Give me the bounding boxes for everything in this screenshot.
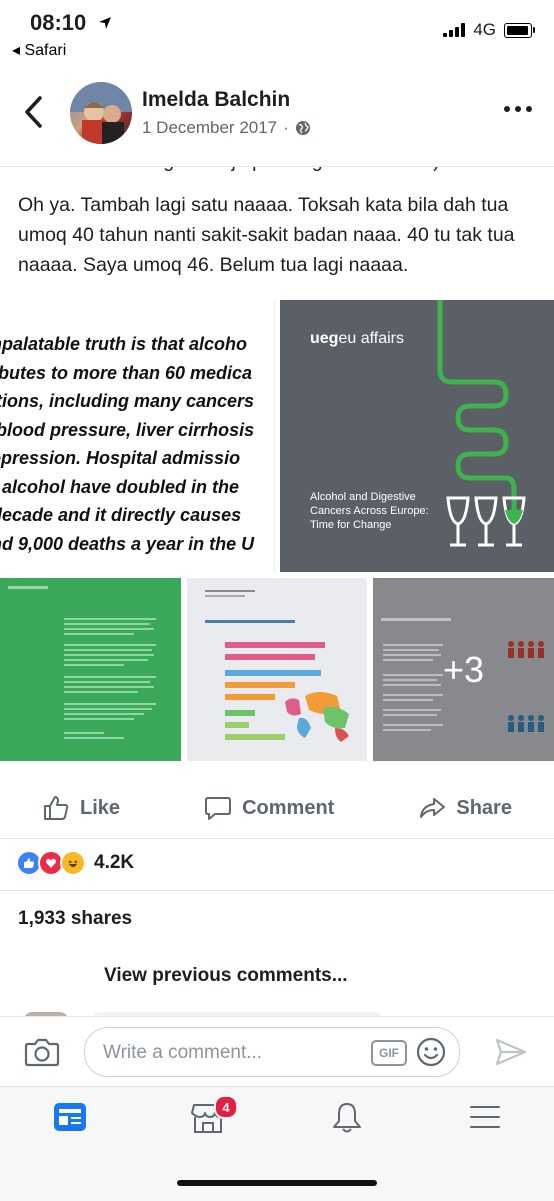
- text-lines-graphic: [8, 586, 156, 739]
- post-text-main: Oh ya. Tambah lagi satu naaaa. Toksah ka…: [18, 194, 515, 276]
- quote-line: t decade and it directly causes: [0, 505, 242, 525]
- more-options-icon[interactable]: [504, 106, 532, 112]
- status-time: 08:10: [30, 10, 87, 35]
- shares-count[interactable]: 1,933 shares: [18, 908, 132, 930]
- meta-separator: ·: [283, 118, 289, 137]
- comment-composer: Write a comment... GIF: [0, 1016, 554, 1085]
- tab-notifications[interactable]: [330, 1101, 364, 1140]
- cover-title: Alcohol and Digestive Cancers Across Eur…: [310, 491, 429, 531]
- globe-icon: [295, 121, 310, 135]
- quote-line: unpalatable truth is that alcoho: [0, 334, 248, 354]
- quote-text: unpalatable truth is that alcoho tribute…: [0, 330, 274, 558]
- network-label: 4G: [473, 20, 496, 39]
- camera-icon[interactable]: [24, 1037, 60, 1067]
- reactions-count: 4.2K: [94, 852, 135, 873]
- signal-icon: [443, 23, 466, 37]
- share-label: Share: [456, 796, 512, 819]
- avatar[interactable]: [70, 82, 132, 144]
- like-label: Like: [80, 796, 121, 819]
- tab-marketplace[interactable]: 4: [190, 1095, 238, 1140]
- quote-line: depression. Hospital admissio: [0, 448, 241, 468]
- gif-button[interactable]: GIF: [371, 1040, 407, 1066]
- quote-line: h blood pressure, liver cirrhosis: [0, 419, 255, 440]
- home-indicator[interactable]: [177, 1180, 377, 1186]
- post-actions: Like Comment Share: [0, 778, 554, 839]
- quote-line: ditions, including many cancers: [0, 391, 255, 411]
- more-photos-count[interactable]: +3: [373, 578, 554, 761]
- comment-placeholder: Write a comment...: [103, 1042, 263, 1063]
- quote-line: tributes to more than 60 medica: [0, 362, 253, 383]
- comment-label: Comment: [242, 796, 335, 819]
- infographic-graphic: [205, 590, 349, 742]
- quote-line: to alcohol have doubled in the: [0, 476, 240, 497]
- view-previous-comments[interactable]: View previous comments...: [104, 965, 348, 987]
- post-header: Imelda Balchin 1 December 2017 ·: [0, 72, 554, 167]
- photo-chart-page[interactable]: [187, 578, 367, 761]
- status-indicators: 4G: [443, 20, 535, 40]
- share-arrow-icon: [420, 798, 446, 818]
- reactions-summary[interactable]: 4.2K: [16, 850, 134, 876]
- marketplace-badge: 4: [214, 1095, 238, 1119]
- bell-icon: [333, 1103, 361, 1133]
- haha-reaction-icon: [60, 850, 86, 876]
- quote-line: und 9,000 deaths a year in the U: [0, 533, 255, 554]
- comment-bubble-icon: [205, 797, 232, 820]
- photo-report-cover[interactable]: uegeu affairs Alcohol and Digestive Canc…: [280, 300, 554, 572]
- menu-hamburger-icon: [470, 1106, 500, 1128]
- divider: [0, 890, 554, 891]
- post-date[interactable]: 1 December 2017: [142, 118, 277, 138]
- news-feed-icon: [54, 1103, 86, 1131]
- send-icon[interactable]: [494, 1037, 528, 1067]
- thumbs-up-icon: [44, 796, 69, 820]
- comment-input[interactable]: Write a comment... GIF: [84, 1027, 460, 1077]
- post-text: 14 hari dah kering. Ini saja pantang dal…: [18, 146, 543, 296]
- back-to-safari[interactable]: ◂ Safari: [12, 40, 66, 60]
- photo-green-page[interactable]: [0, 578, 181, 761]
- post-meta: 1 December 2017 ·: [142, 118, 311, 138]
- battery-icon: [504, 22, 535, 38]
- photo-more[interactable]: +3: [373, 578, 554, 761]
- tab-menu[interactable]: [468, 1101, 502, 1138]
- author-name[interactable]: Imelda Balchin: [142, 88, 290, 112]
- share-button[interactable]: Share: [418, 794, 512, 822]
- location-arrow-icon: [99, 17, 111, 29]
- photo-quote[interactable]: unpalatable truth is that alcoho tribute…: [0, 300, 275, 572]
- back-chevron-icon[interactable]: [22, 94, 44, 130]
- like-button[interactable]: Like: [42, 794, 120, 822]
- comment-button[interactable]: Comment: [204, 794, 334, 822]
- tab-news-feed[interactable]: [52, 1101, 88, 1138]
- emoji-icon[interactable]: [415, 1036, 447, 1068]
